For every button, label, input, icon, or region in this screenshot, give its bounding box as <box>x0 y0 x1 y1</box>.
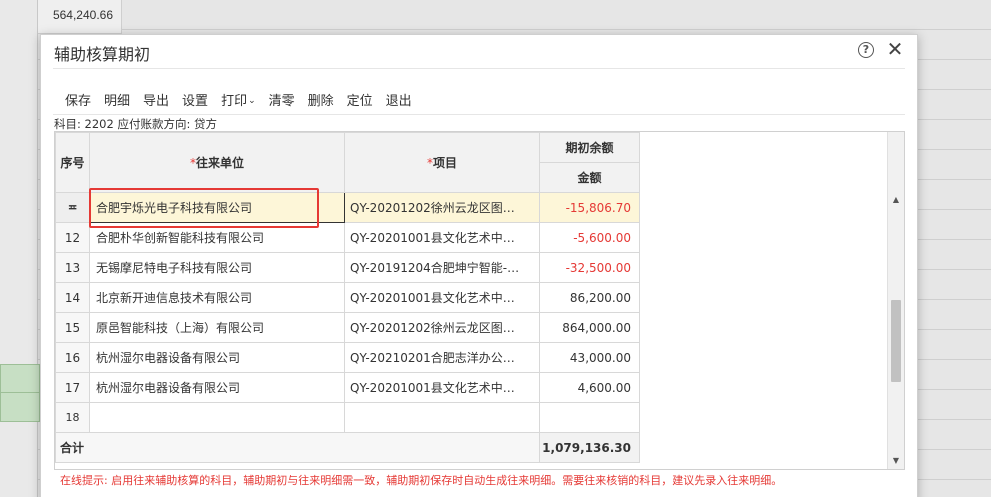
row-index: 16 <box>55 342 90 373</box>
table-row[interactable]: 13 无锡摩尼特电子科技有限公司 QY-20191204合肥坤宁智能-… -32… <box>55 252 640 283</box>
print-button-label: 打印 <box>221 93 248 109</box>
scroll-down-icon[interactable]: ▼ <box>888 455 904 467</box>
auxiliary-accounting-opening-dialog: 辅助核算期初 ? ✕ 保存 明细 导出 设置 打印⌄ 清零 删除 定位 退出 科… <box>40 34 918 497</box>
row-index: 12 <box>55 222 90 253</box>
amount-cell[interactable]: 4,600.00 <box>539 372 640 403</box>
clear-button[interactable]: 清零 <box>269 90 295 109</box>
total-amount: 1,079,136.30 <box>539 432 640 463</box>
amount-cell[interactable]: 43,000.00 <box>539 342 640 373</box>
locate-button[interactable]: 定位 <box>347 90 373 109</box>
detail-button[interactable]: 明细 <box>104 90 130 109</box>
total-row: 合计 1,079,136.30 <box>55 432 640 463</box>
close-icon[interactable]: ✕ <box>885 37 905 61</box>
table-row[interactable]: 12 合肥朴华创新智能科技有限公司 QY-20201001县文化艺术中… -5,… <box>55 222 640 253</box>
table-row[interactable]: 15 原邑智能科技（上海）有限公司 QY-20201202徐州云龙区图… 864… <box>55 312 640 343</box>
amount-cell[interactable] <box>539 402 640 433</box>
header-amount: 金额 <box>539 162 640 193</box>
account-info: 科目: 2202 应付账款方向: 贷方 <box>54 117 217 131</box>
settings-button[interactable]: 设置 <box>182 90 208 109</box>
unit-cell[interactable]: 合肥宇烁光电子科技有限公司 <box>89 192 345 223</box>
chevron-down-icon: ⌄ <box>248 95 256 106</box>
export-button[interactable]: 导出 <box>143 90 169 109</box>
table-row[interactable]: 18 <box>55 402 640 433</box>
header-project-label: 项目 <box>432 156 457 170</box>
unit-cell[interactable]: 北京新开迪信息技术有限公司 <box>89 282 345 313</box>
amount-cell[interactable]: -32,500.00 <box>539 252 640 283</box>
row-index: 17 <box>55 372 90 403</box>
project-cell[interactable]: QY-20191204合肥坤宁智能-… <box>344 252 540 283</box>
amount-cell[interactable]: -5,600.00 <box>539 222 640 253</box>
unit-cell[interactable]: 合肥朴华创新智能科技有限公司 <box>89 222 345 253</box>
project-cell[interactable]: QY-20201001县文化艺术中… <box>344 222 540 253</box>
header-project[interactable]: *项目 <box>344 132 540 193</box>
amount-cell[interactable]: 864,000.00 <box>539 312 640 343</box>
balance-table: 序号 *往来单位 *项目 期初余额 金额 ≖ 合肥宇烁光电子科技有限公司 QY-… <box>55 132 640 463</box>
row-edit-icon[interactable]: ≖ <box>66 201 80 215</box>
total-label: 合计 <box>55 432 540 463</box>
scrollbar-header-filler <box>887 132 904 192</box>
dialog-title: 辅助核算期初 <box>54 45 151 64</box>
background-cell-value: 564,240.66 <box>52 8 113 22</box>
header-index: 序号 <box>55 132 90 193</box>
project-cell[interactable]: QY-20201202徐州云龙区图… <box>344 192 540 223</box>
table-row[interactable]: ≖ 合肥宇烁光电子科技有限公司 QY-20201202徐州云龙区图… -15,8… <box>55 192 640 223</box>
scroll-up-icon[interactable]: ▲ <box>888 194 904 206</box>
project-cell[interactable] <box>344 402 540 433</box>
row-index: 14 <box>55 282 90 313</box>
header-opening-balance: 期初余额 <box>539 132 640 163</box>
title-divider <box>53 68 905 69</box>
table-row[interactable]: 17 杭州湿尔电器设备有限公司 QY-20201001县文化艺术中… 4,600… <box>55 372 640 403</box>
balance-grid: 序号 *往来单位 *项目 期初余额 金额 ≖ 合肥宇烁光电子科技有限公司 QY-… <box>54 131 905 470</box>
background-selected-divider <box>0 392 40 393</box>
row-index: 13 <box>55 252 90 283</box>
unit-cell[interactable]: 杭州湿尔电器设备有限公司 <box>89 372 345 403</box>
table-row[interactable]: 16 杭州湿尔电器设备有限公司 QY-20210201合肥志洋办公… 43,00… <box>55 342 640 373</box>
print-button[interactable]: 打印⌄ <box>221 90 256 109</box>
unit-cell[interactable]: 无锡摩尼特电子科技有限公司 <box>89 252 345 283</box>
background-selected-cells[interactable] <box>0 364 40 422</box>
toolbar: 保存 明细 导出 设置 打印⌄ 清零 删除 定位 退出 <box>65 87 425 111</box>
table-row[interactable]: 14 北京新开迪信息技术有限公司 QY-20201001县文化艺术中… 86,2… <box>55 282 640 313</box>
header-unit[interactable]: *往来单位 <box>89 132 345 193</box>
project-cell[interactable]: QY-20201001县文化艺术中… <box>344 372 540 403</box>
amount-cell[interactable]: 86,200.00 <box>539 282 640 313</box>
online-tip: 在线提示: 启用往来辅助核算的科目，辅助期初与往来明细需一致，辅助期初保存时自动… <box>60 474 783 487</box>
unit-cell[interactable]: 原邑智能科技（上海）有限公司 <box>89 312 345 343</box>
background-row-header-column <box>0 0 38 497</box>
project-cell[interactable]: QY-20210201合肥志洋办公… <box>344 342 540 373</box>
header-unit-label: 往来单位 <box>195 156 244 170</box>
save-button[interactable]: 保存 <box>65 90 91 109</box>
row-index: 15 <box>55 312 90 343</box>
project-cell[interactable]: QY-20201202徐州云龙区图… <box>344 312 540 343</box>
project-cell[interactable]: QY-20201001县文化艺术中… <box>344 282 540 313</box>
unit-cell[interactable]: 杭州湿尔电器设备有限公司 <box>89 342 345 373</box>
scrollbar-thumb[interactable] <box>891 300 901 382</box>
toolbar-divider <box>53 114 905 115</box>
row-index: 18 <box>55 402 90 433</box>
unit-cell[interactable] <box>89 402 345 433</box>
vertical-scrollbar[interactable]: ▲ ▼ <box>887 192 904 469</box>
row-index: ≖ <box>55 192 90 223</box>
amount-cell[interactable]: -15,806.70 <box>539 192 640 223</box>
help-icon[interactable]: ? <box>858 42 874 58</box>
exit-button[interactable]: 退出 <box>386 90 412 109</box>
delete-button[interactable]: 删除 <box>308 90 334 109</box>
